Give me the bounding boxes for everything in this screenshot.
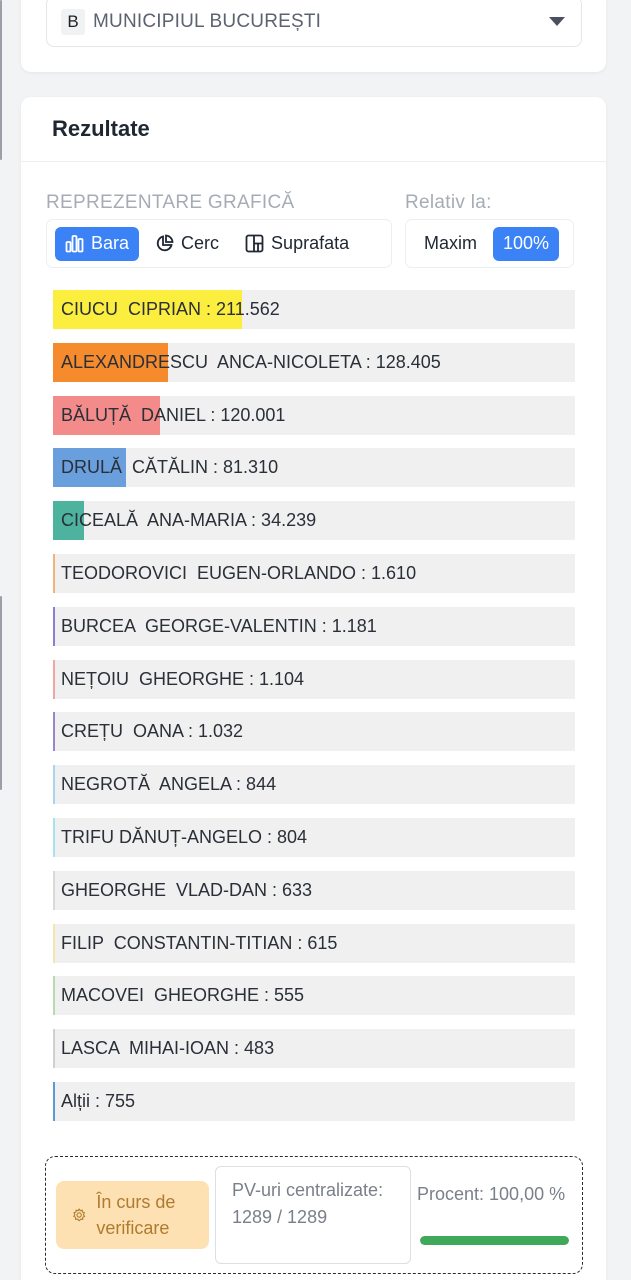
- gear-icon: [73, 1208, 86, 1222]
- percent-progress-bar: [420, 1236, 569, 1245]
- result-bar-label: BĂLUȚĂ DANIEL : 120.001: [61, 404, 286, 425]
- result-bar-label: CIUCU CIPRIAN : 211.562: [61, 299, 280, 319]
- region-badge: B: [61, 8, 85, 35]
- result-bar-label: GHEORGHE VLAD-DAN : 633: [61, 879, 313, 900]
- pv-count: PV-uri centralizate: 1289 / 1289: [215, 1166, 411, 1264]
- treemap-icon: [245, 234, 264, 253]
- view-mode-bar-button[interactable]: Bara: [55, 226, 140, 261]
- result-bar-row[interactable]: Alții : 755: [53, 1081, 575, 1121]
- pie-chart-icon: [156, 234, 174, 252]
- result-bar-label: CICEALĂ ANA-MARIA : 34.239: [61, 510, 317, 531]
- relative-mode-group: Maxim 100%: [405, 219, 574, 268]
- view-mode-area-button[interactable]: Suprafata: [235, 227, 359, 261]
- result-bar-label: ALEXANDRESCU ANCA-NICOLETA : 128.405: [61, 351, 441, 372]
- verification-status-button[interactable]: În curs de verificare: [56, 1181, 209, 1249]
- result-bar-fill: [53, 765, 55, 805]
- result-bar-label: Alții : 755: [61, 1090, 136, 1111]
- graph-type-label: REPREZENTARE GRAFICĂ: [46, 192, 295, 213]
- result-bar-fill: [53, 870, 55, 910]
- result-bar-label: TRIFU DĂNUȚ-ANGELO : 804: [61, 826, 308, 847]
- result-bar-fill: [53, 553, 55, 593]
- result-bar-fill: [53, 1029, 55, 1069]
- result-bar-row[interactable]: FILIP CONSTANTIN-TITIAN : 615: [53, 923, 575, 963]
- relative-100-button[interactable]: 100%: [493, 226, 560, 261]
- result-bar-row[interactable]: BĂLUȚĂ DANIEL : 120.001: [53, 395, 575, 435]
- relative-max-button[interactable]: Maxim: [414, 227, 487, 261]
- bar-chart-icon: [65, 235, 84, 253]
- page-edge-line: [0, 0, 2, 160]
- percent-label: Procent: 100,00 %: [417, 1184, 566, 1204]
- result-bar-fill: [53, 606, 55, 646]
- result-bar-row[interactable]: CREȚU OANA : 1.032: [53, 712, 575, 752]
- result-bar-row[interactable]: ALEXANDRESCU ANCA-NICOLETA : 128.405: [53, 342, 575, 382]
- result-bar-row[interactable]: CICEALĂ ANA-MARIA : 34.239: [53, 501, 575, 541]
- result-bar-fill: [53, 659, 55, 699]
- result-bar-label: FILIP CONSTANTIN-TITIAN : 615: [61, 932, 338, 953]
- result-bar-row[interactable]: GHEORGHE VLAD-DAN : 633: [53, 870, 575, 910]
- result-bar-row[interactable]: TRIFU DĂNUȚ-ANGELO : 804: [53, 817, 575, 857]
- result-bar-fill: [53, 923, 55, 963]
- chevron-down-icon: [549, 17, 565, 26]
- result-bar-row[interactable]: LASCA MIHAI-IOAN : 483: [53, 1029, 575, 1069]
- result-bar-fill: [53, 1081, 55, 1121]
- relative-100-label: 100%: [503, 233, 550, 253]
- result-bar-label: TEODOROVICI EUGEN-ORLANDO : 1.610: [61, 562, 417, 583]
- relative-label: Relativ la:: [405, 192, 492, 213]
- divider: [21, 161, 606, 162]
- result-bar-fill: [53, 817, 55, 857]
- result-bar-label: NEGROTĂ ANGELA : 844: [61, 774, 277, 795]
- result-bar-label: DRULĂ CĂTĂLIN : 81.310: [61, 457, 279, 478]
- result-bar-row[interactable]: CIUCU CIPRIAN : 211.562: [53, 290, 575, 329]
- view-mode-area-label: Suprafata: [271, 233, 350, 253]
- view-mode-bar-label: Bara: [91, 233, 130, 253]
- results-bar-list: CIUCU CIPRIAN : 211.562 ALEXANDRESCU ANCA…: [53, 290, 575, 1135]
- results-title: Rezultate: [52, 116, 150, 141]
- percent-progress-fill: [420, 1236, 569, 1245]
- result-bar-label: MACOVEI GHEORGHE : 555: [61, 985, 305, 1006]
- result-bar-label: BURCEA GEORGE-VALENTIN : 1.181: [61, 615, 377, 636]
- result-bar-label: CREȚU OANA : 1.032: [61, 721, 244, 742]
- view-mode-circle-label: Cerc: [181, 233, 220, 253]
- result-bar-fill: [53, 712, 55, 752]
- result-bar-row[interactable]: NEȚOIU GHEORGHE : 1.104: [53, 659, 575, 699]
- verification-status-label: În curs de verificare: [96, 1192, 176, 1238]
- view-mode-group: Bara Cerc Suprafata: [46, 219, 392, 268]
- region-select[interactable]: B MUNICIPIUL BUCUREȘTI: [46, 0, 582, 47]
- view-mode-circle-button[interactable]: Cerc: [145, 227, 229, 261]
- result-bar-label: NEȚOIU GHEORGHE : 1.104: [61, 668, 305, 689]
- relative-max-label: Maxim: [424, 233, 477, 253]
- result-bar-row[interactable]: NEGROTĂ ANGELA : 844: [53, 765, 575, 805]
- result-bar-label: LASCA MIHAI-IOAN : 483: [61, 1038, 275, 1059]
- region-select-value: MUNICIPIUL BUCUREȘTI: [93, 10, 322, 32]
- result-bar-row[interactable]: BURCEA GEORGE-VALENTIN : 1.181: [53, 606, 575, 646]
- page-edge-line: [0, 596, 2, 790]
- result-bar-row[interactable]: MACOVEI GHEORGHE : 555: [53, 976, 575, 1016]
- result-bar-row[interactable]: TEODOROVICI EUGEN-ORLANDO : 1.610: [53, 553, 575, 593]
- result-bar-row[interactable]: DRULĂ CĂTĂLIN : 81.310: [53, 448, 575, 488]
- result-bar-fill: [53, 976, 55, 1016]
